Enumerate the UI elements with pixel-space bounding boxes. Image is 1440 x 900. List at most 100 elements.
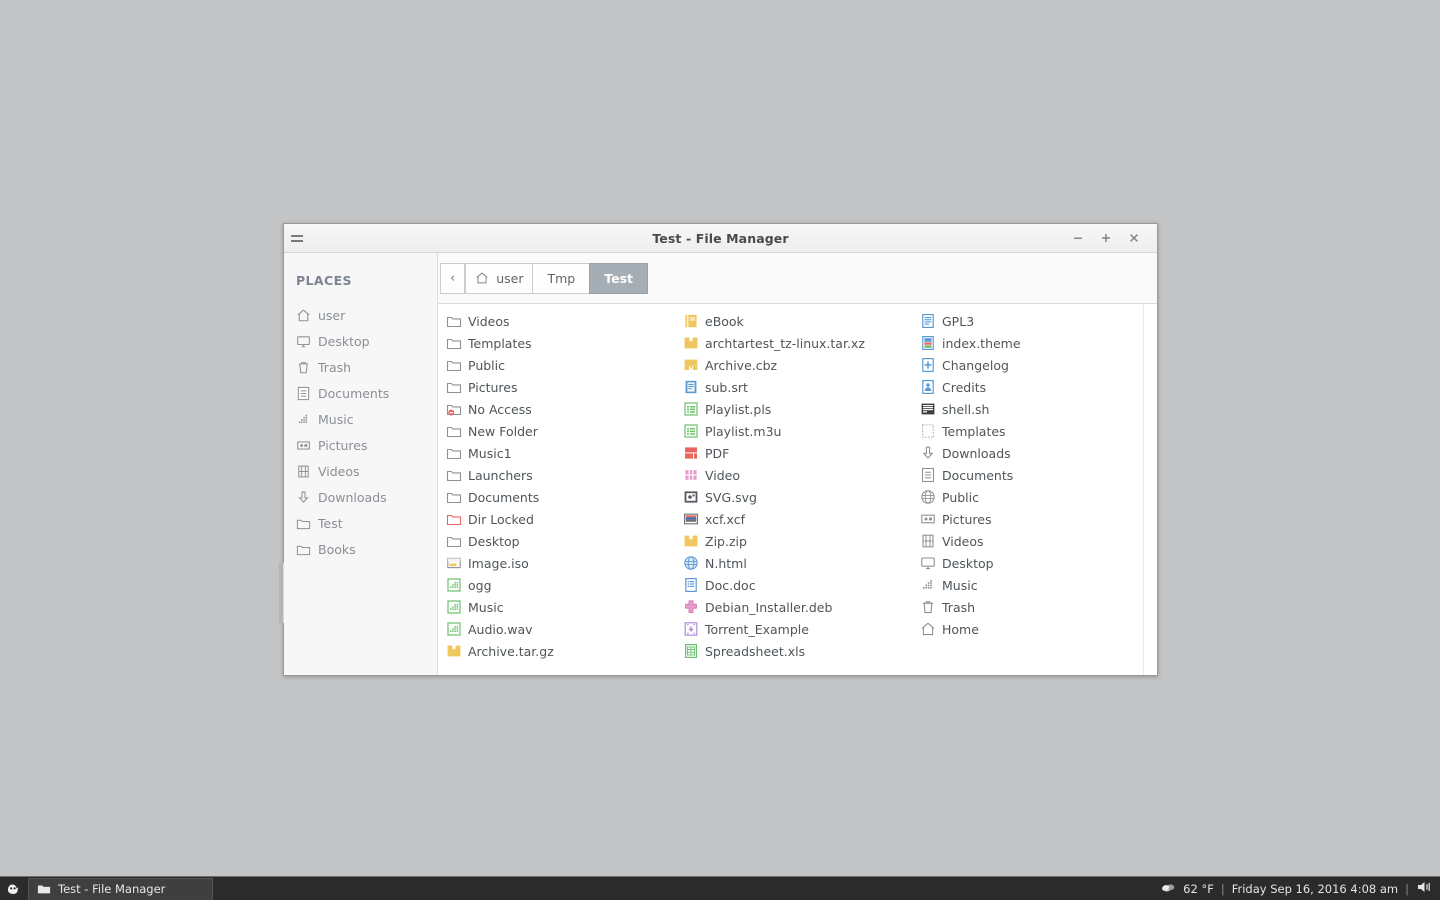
file-item[interactable]: Music: [916, 574, 1143, 596]
xfce-mouse-icon[interactable]: [0, 877, 26, 900]
sidebar-item-pictures[interactable]: Pictures: [284, 432, 437, 458]
file-item[interactable]: Home: [916, 618, 1143, 640]
sidebar-item-test[interactable]: Test: [284, 510, 437, 536]
file-item[interactable]: New Folder: [442, 420, 679, 442]
file-item[interactable]: Playlist.m3u: [679, 420, 916, 442]
file-item[interactable]: Launchers: [442, 464, 679, 486]
file-item-label: Doc.doc: [705, 577, 756, 593]
file-item[interactable]: Credits: [916, 376, 1143, 398]
file-item[interactable]: Public: [442, 354, 679, 376]
file-item[interactable]: Videos: [916, 530, 1143, 552]
file-item[interactable]: Zip.zip: [679, 530, 916, 552]
file-item[interactable]: Music: [442, 596, 679, 618]
file-item[interactable]: PDF: [679, 442, 916, 464]
file-item[interactable]: Video: [679, 464, 916, 486]
file-item[interactable]: Templates: [442, 332, 679, 354]
file-item[interactable]: shell.sh: [916, 398, 1143, 420]
audio-green-icon: [446, 599, 462, 615]
file-column-2: eBook archtartest_tz-linux.tar.xz Archive.…: [679, 310, 916, 675]
file-item[interactable]: Videos: [442, 310, 679, 332]
status-separator-1: |: [1220, 881, 1225, 896]
file-item-label: Image.iso: [468, 555, 529, 571]
file-item[interactable]: Audio.wav: [442, 618, 679, 640]
window-resize-grip[interactable]: [279, 563, 284, 623]
close-button[interactable]: [1120, 226, 1148, 250]
audio-green-icon: [446, 621, 462, 637]
weather-temperature[interactable]: 62 °F: [1183, 882, 1214, 896]
file-item[interactable]: Torrent_Example: [679, 618, 916, 640]
speaker-icon[interactable]: [1416, 880, 1434, 897]
breadcrumb-test[interactable]: Test: [589, 262, 648, 294]
file-item[interactable]: Trash: [916, 596, 1143, 618]
file-item[interactable]: Desktop: [442, 530, 679, 552]
file-item[interactable]: Pictures: [442, 376, 679, 398]
sidebar-item-documents[interactable]: Documents: [284, 380, 437, 406]
folder-locked-icon: [446, 401, 462, 417]
templates-dotted-icon: [920, 423, 936, 439]
file-item[interactable]: Documents: [916, 464, 1143, 486]
file-item[interactable]: Doc.doc: [679, 574, 916, 596]
file-item[interactable]: No Access: [442, 398, 679, 420]
breadcrumb-tmp[interactable]: Tmp: [532, 262, 591, 294]
shell-icon: [920, 401, 936, 417]
breadcrumb-user[interactable]: user: [465, 262, 534, 294]
file-item-label: Playlist.m3u: [705, 423, 782, 439]
video-pink-icon: [683, 467, 699, 483]
sidebar-item-music[interactable]: Music: [284, 406, 437, 432]
sidebar-item-videos[interactable]: Videos: [284, 458, 437, 484]
file-item-label: Downloads: [942, 445, 1011, 461]
file-item-label: Audio.wav: [468, 621, 533, 637]
cloud-icon[interactable]: [1161, 881, 1176, 897]
file-item-label: Archive.tar.gz: [468, 643, 554, 659]
sidebar-list: user Desktop Trash Documents Music Pictures Vi…: [284, 302, 437, 562]
file-item[interactable]: archtartest_tz-linux.tar.xz: [679, 332, 916, 354]
file-item[interactable]: Playlist.pls: [679, 398, 916, 420]
back-button[interactable]: ‹: [440, 262, 466, 294]
file-item[interactable]: Documents: [442, 486, 679, 508]
file-item[interactable]: sub.srt: [679, 376, 916, 398]
minimize-button[interactable]: [1064, 226, 1092, 250]
clock[interactable]: Friday Sep 16, 2016 4:08 am: [1232, 882, 1398, 896]
horizontal-scrollbar[interactable]: [1143, 304, 1157, 675]
file-item-label: Music: [468, 599, 504, 615]
hamburger-icon[interactable]: [291, 231, 305, 245]
file-item[interactable]: xcf.xcf: [679, 508, 916, 530]
file-list-pane[interactable]: Videos Templates Public Pictures No Access Ne…: [438, 304, 1143, 675]
file-item[interactable]: eBook: [679, 310, 916, 332]
file-item[interactable]: Desktop: [916, 552, 1143, 574]
file-item[interactable]: Archive.tar.gz: [442, 640, 679, 662]
file-item[interactable]: Pictures: [916, 508, 1143, 530]
file-item[interactable]: Dir Locked: [442, 508, 679, 530]
file-item[interactable]: Debian_Installer.deb: [679, 596, 916, 618]
sidebar-item-label: user: [318, 307, 346, 323]
taskbar-window-button[interactable]: Test - File Manager: [28, 877, 213, 900]
sidebar-item-trash[interactable]: Trash: [284, 354, 437, 380]
breadcrumb-label: user: [496, 270, 524, 286]
sidebar-item-label: Test: [318, 515, 343, 531]
file-item[interactable]: Music1: [442, 442, 679, 464]
file-item[interactable]: Public: [916, 486, 1143, 508]
file-item[interactable]: index.theme: [916, 332, 1143, 354]
deb-pink-icon: [683, 599, 699, 615]
sidebar-item-desktop[interactable]: Desktop: [284, 328, 437, 354]
maximize-button[interactable]: [1092, 226, 1120, 250]
file-item[interactable]: Downloads: [916, 442, 1143, 464]
file-item-label: Documents: [468, 489, 540, 505]
file-item[interactable]: Changelog: [916, 354, 1143, 376]
sidebar-item-books[interactable]: Books: [284, 536, 437, 562]
file-item[interactable]: Templates: [916, 420, 1143, 442]
file-item[interactable]: SVG.svg: [679, 486, 916, 508]
window-titlebar[interactable]: Test - File Manager: [284, 224, 1157, 253]
file-item[interactable]: GPL3: [916, 310, 1143, 332]
sidebar-item-downloads[interactable]: Downloads: [284, 484, 437, 510]
file-item-label: Dir Locked: [468, 511, 534, 527]
file-item[interactable]: ogg: [442, 574, 679, 596]
file-item[interactable]: Spreadsheet.xls: [679, 640, 916, 662]
window-controls: [1064, 226, 1157, 250]
document-icon: [920, 467, 936, 483]
sidebar-item-user[interactable]: user: [284, 302, 437, 328]
file-item[interactable]: N.html: [679, 552, 916, 574]
file-item[interactable]: Archive.cbz: [679, 354, 916, 376]
breadcrumb: user Tmp Test: [465, 262, 648, 294]
file-item[interactable]: Image.iso: [442, 552, 679, 574]
